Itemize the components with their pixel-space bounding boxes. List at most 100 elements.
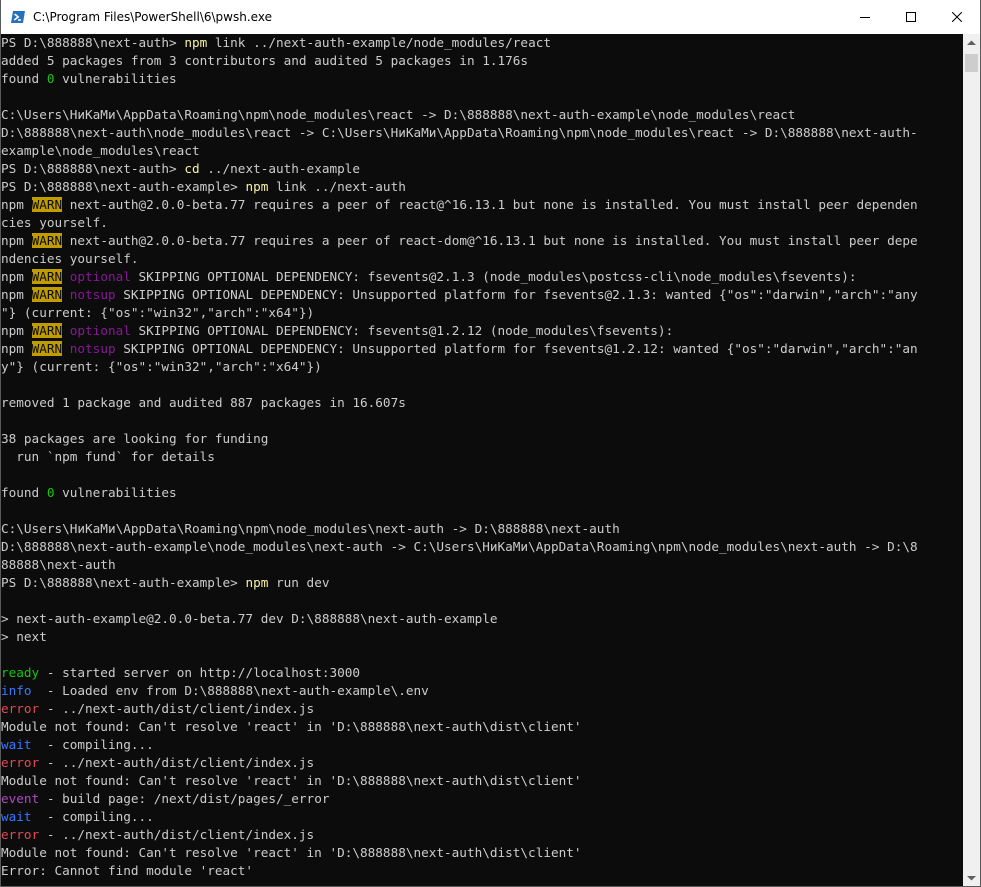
console-text: ../next-auth-example — [199, 161, 361, 176]
powershell-icon[interactable] — [10, 9, 26, 25]
console-text: added 5 packages from 3 contributors and… — [1, 53, 529, 68]
console-text: run `npm fund` for details — [1, 449, 215, 464]
console-text: 38 packages are looking for funding — [1, 431, 269, 446]
console-text: Module not found: Can't resolve 'react' … — [1, 845, 582, 860]
npm-flag: notsup — [69, 341, 116, 356]
console-text: link ../next-auth — [268, 179, 406, 194]
console-line: error - ../next-auth/dist/client/index.j… — [1, 700, 963, 718]
command-keyword: npm — [245, 575, 269, 590]
success-count: ready — [1, 665, 40, 680]
console-line: run `npm fund` for details — [1, 448, 963, 466]
console-output[interactable]: PS D:\888888\next-auth> npm link ../next… — [1, 34, 963, 886]
console-text: SKIPPING OPTIONAL DEPENDENCY: Unsupporte… — [115, 341, 918, 356]
console-text: - compiling... — [31, 809, 154, 824]
console-line: PS D:\888888\next-auth-example> npm run … — [1, 574, 963, 592]
console-line: C:\Users\НиКаМи\AppData\Roaming\npm\node… — [1, 106, 963, 124]
console-text: - build page: /next/dist/pages/_error — [39, 791, 330, 806]
console-text: PS D:\888888\next-auth-example> — [1, 575, 246, 590]
scroll-down-arrow-icon — [967, 875, 976, 880]
console-text: D:\888888\next-auth\node_modules\react -… — [1, 125, 918, 140]
console-line: PS D:\888888\next-auth-example> npm link… — [1, 178, 963, 196]
scroll-down-button[interactable] — [963, 869, 980, 886]
status-tag: wait — [1, 809, 32, 824]
warn-badge: WARN — [31, 233, 63, 248]
console-line: C:\Users\НиКаМи\AppData\Roaming\npm\node… — [1, 520, 963, 538]
console-line: error - ../next-auth/dist/client/index.j… — [1, 826, 963, 844]
close-icon — [952, 12, 962, 22]
console-text: - ../next-auth/dist/client/index.js — [39, 755, 315, 770]
command-keyword: npm — [245, 179, 269, 194]
console-line: npm WARN optional SKIPPING OPTIONAL DEPE… — [1, 268, 963, 286]
console-text: > next-auth-example@2.0.0-beta.77 dev D:… — [1, 611, 498, 626]
console-line: PS D:\888888\next-auth> npm link ../next… — [1, 34, 963, 52]
console-text: vulnerabilities — [54, 485, 177, 500]
console-line: npm WARN notsup SKIPPING OPTIONAL DEPEND… — [1, 286, 963, 304]
console-line: event - build page: /next/dist/pages/_er… — [1, 790, 963, 808]
console-text: - Loaded env from D:\888888\next-auth-ex… — [31, 683, 429, 698]
console-text: SKIPPING OPTIONAL DEPENDENCY: fsevents@1… — [130, 323, 674, 338]
console-text: C:\Users\НиКаМи\AppData\Roaming\npm\node… — [1, 107, 796, 122]
minimize-icon — [860, 17, 870, 18]
console-line: npm WARN notsup SKIPPING OPTIONAL DEPEND… — [1, 340, 963, 358]
console-line: ready - started server on http://localho… — [1, 664, 963, 682]
console-text: Module not found: Can't resolve 'react' … — [1, 773, 582, 788]
console-text: npm — [1, 323, 32, 338]
console-line: found 0 vulnerabilities — [1, 70, 963, 88]
console-line: > next-auth-example@2.0.0-beta.77 dev D:… — [1, 610, 963, 628]
console-text: - ../next-auth/dist/client/index.js — [39, 701, 315, 716]
console-line: 88888\next-auth — [1, 556, 963, 574]
console-line: "} (current: {"os":"win32","arch":"x64"}… — [1, 304, 963, 322]
console-text: - compiling... — [31, 737, 154, 752]
scroll-up-button[interactable] — [963, 34, 980, 51]
console-text: found — [1, 485, 47, 500]
console-text: ndencies yourself. — [1, 251, 139, 266]
console-line: wait - compiling... — [1, 808, 963, 826]
console-text: found — [1, 71, 47, 86]
error-tag: error — [1, 701, 40, 716]
maximize-button[interactable] — [888, 0, 934, 34]
console-text: Error: Cannot find module 'react' — [1, 863, 254, 878]
scrollbar-thumb[interactable] — [965, 54, 978, 72]
console-line: D:\888888\next-auth\node_modules\react -… — [1, 124, 963, 142]
console-text: npm — [1, 233, 32, 248]
console-text: vulnerabilities — [54, 71, 177, 86]
npm-flag: notsup — [69, 287, 116, 302]
console-text: SKIPPING OPTIONAL DEPENDENCY: fsevents@2… — [130, 269, 857, 284]
warn-badge: WARN — [31, 269, 63, 284]
warn-badge: WARN — [31, 323, 63, 338]
console-line: error - ../next-auth/dist/client/index.j… — [1, 754, 963, 772]
console-text: PS D:\888888\next-auth-example> — [1, 179, 246, 194]
console-text: run dev — [268, 575, 330, 590]
close-button[interactable] — [934, 0, 980, 34]
console-text: removed 1 package and audited 887 packag… — [1, 395, 406, 410]
npm-flag: optional — [69, 269, 131, 284]
vertical-scrollbar[interactable] — [963, 34, 980, 886]
console-text: npm — [1, 341, 32, 356]
console-line: found 0 vulnerabilities — [1, 484, 963, 502]
console-line: 38 packages are looking for funding — [1, 430, 963, 448]
scroll-up-arrow-icon — [967, 40, 976, 45]
console-text: 88888\next-auth — [1, 557, 116, 572]
console-text: example\node_modules\react — [1, 143, 200, 158]
console-line: npm WARN next-auth@2.0.0-beta.77 require… — [1, 232, 963, 250]
console-text: y"} (current: {"os":"win32","arch":"x64"… — [1, 359, 322, 374]
console-text: PS D:\888888\next-auth> — [1, 35, 185, 50]
error-tag: error — [1, 827, 40, 842]
title-bar[interactable]: C:\Program Files\PowerShell\6\pwsh.exe — [1, 0, 980, 34]
console-text: npm — [1, 269, 32, 284]
status-tag: info — [1, 683, 32, 698]
window-controls — [842, 0, 980, 34]
console-text: cies yourself. — [1, 215, 108, 230]
status-tag: wait — [1, 737, 32, 752]
minimize-button[interactable] — [842, 0, 888, 34]
